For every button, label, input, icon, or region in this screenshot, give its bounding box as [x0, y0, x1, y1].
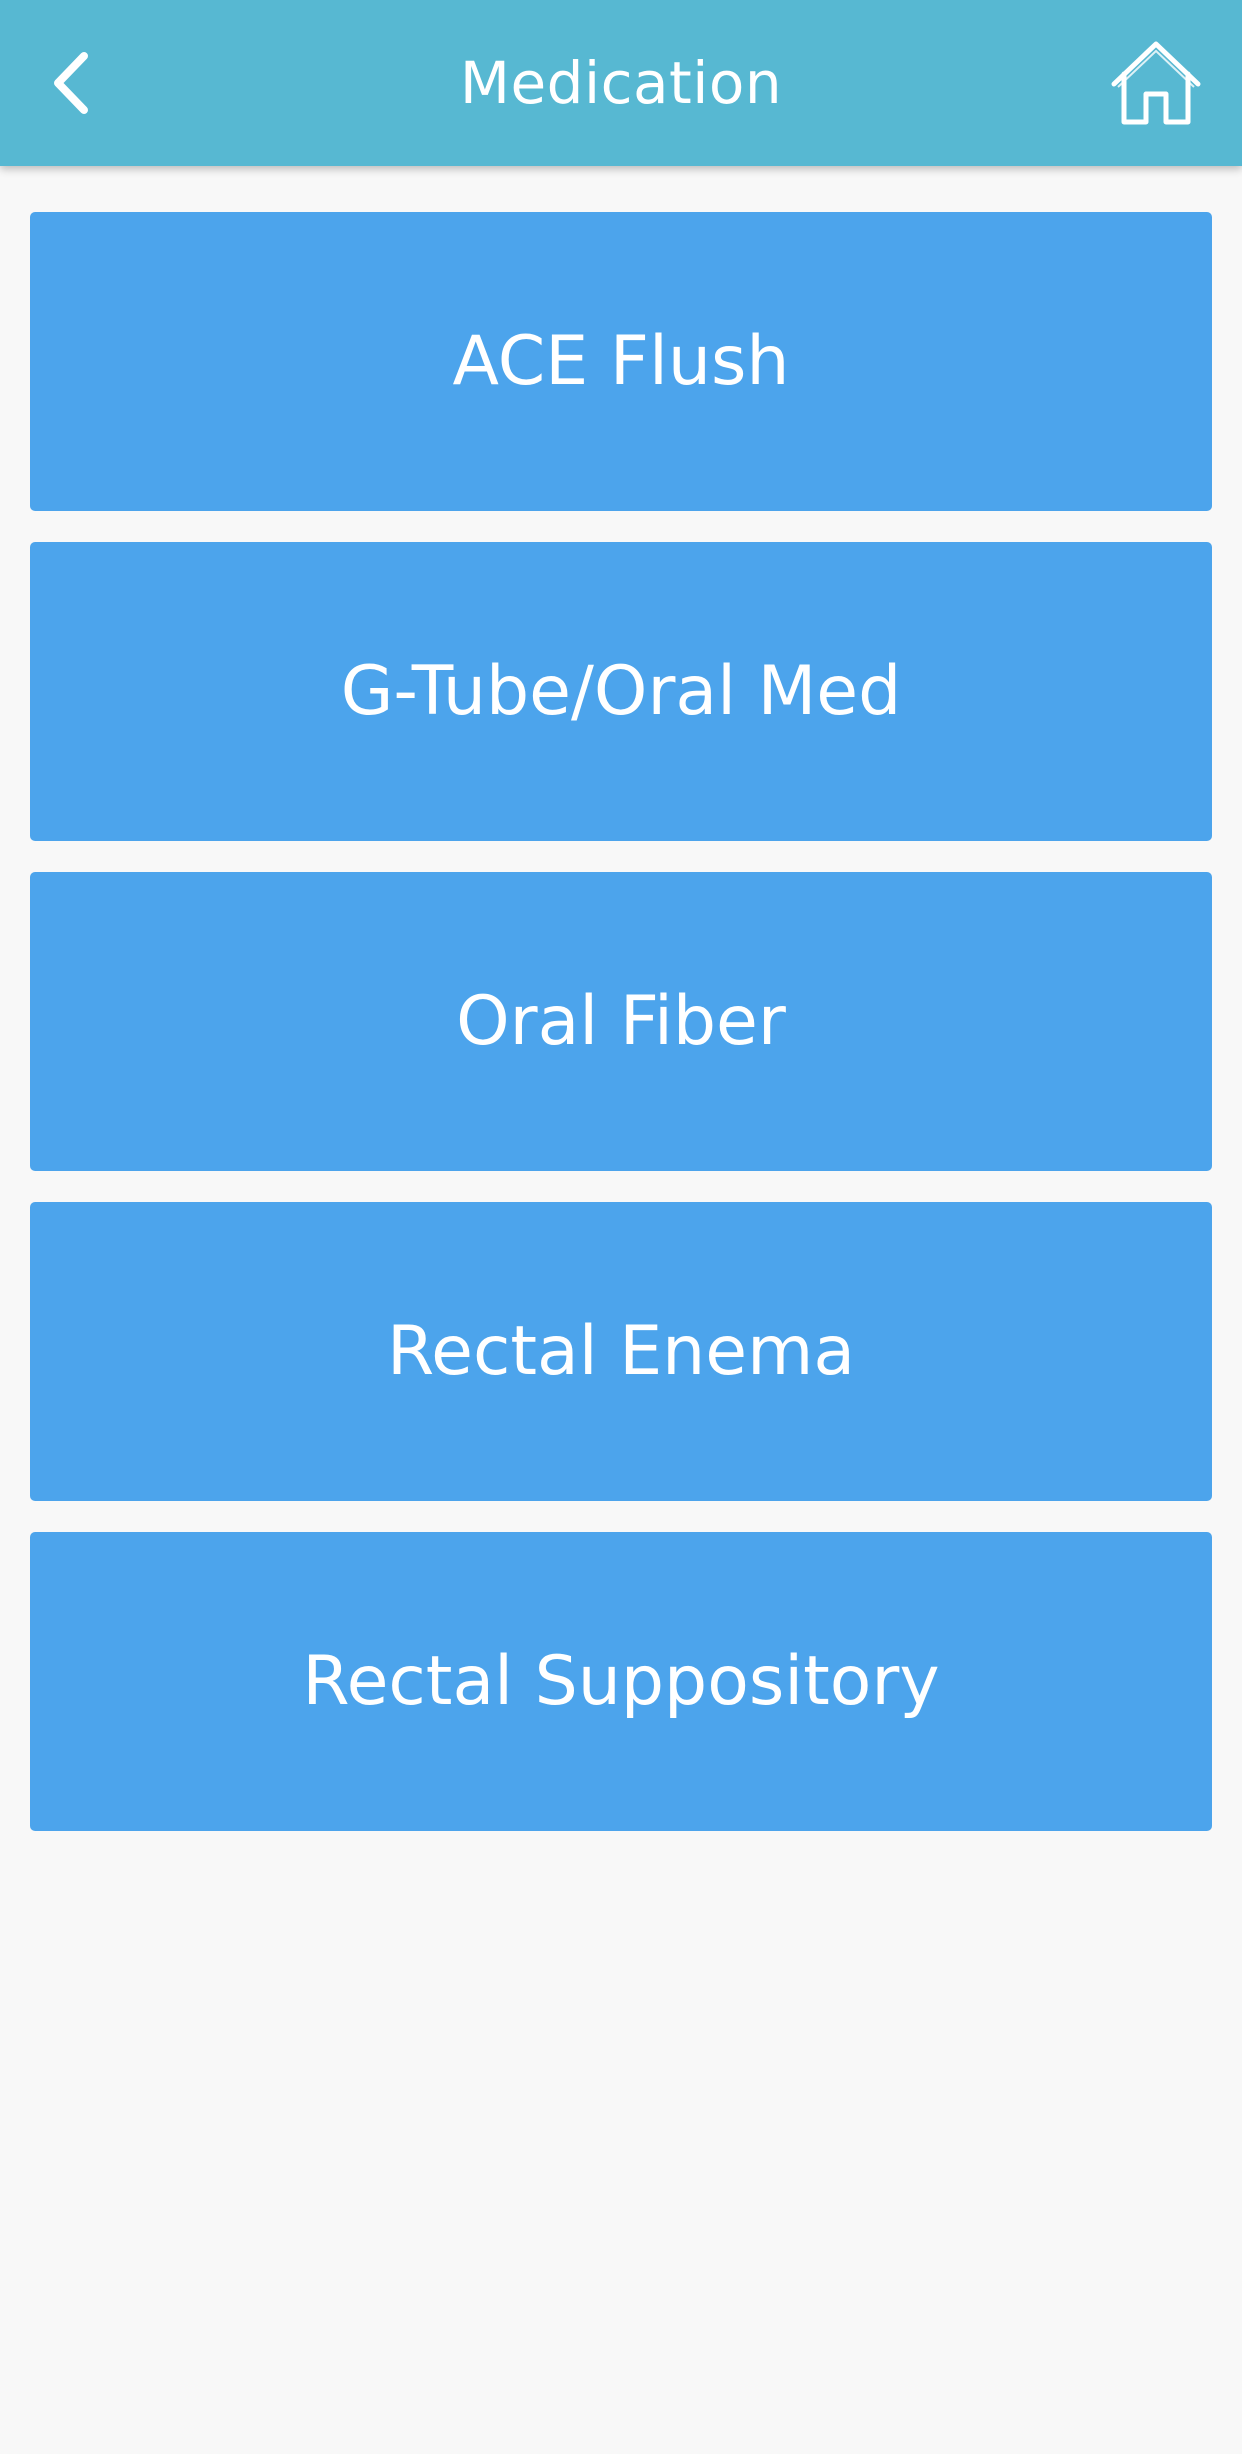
- menu-item-g-tube-oral-med[interactable]: G-Tube/Oral Med: [30, 542, 1212, 841]
- home-button[interactable]: [1106, 36, 1206, 132]
- page-title: Medication: [459, 49, 783, 117]
- app-bar: Medication: [0, 0, 1242, 166]
- menu-item-label: Rectal Enema: [386, 1312, 856, 1391]
- menu-item-oral-fiber[interactable]: Oral Fiber: [30, 872, 1212, 1171]
- home-icon: [1111, 41, 1201, 125]
- menu-item-label: Oral Fiber: [456, 982, 786, 1061]
- menu-item-label: Rectal Suppository: [302, 1642, 940, 1721]
- menu-item-rectal-enema[interactable]: Rectal Enema: [30, 1202, 1212, 1501]
- medication-menu: ACE Flush G-Tube/Oral Med Oral Fiber Rec…: [30, 212, 1212, 1862]
- menu-item-rectal-suppository[interactable]: Rectal Suppository: [30, 1532, 1212, 1831]
- menu-item-label: G-Tube/Oral Med: [340, 652, 902, 731]
- menu-item-ace-flush[interactable]: ACE Flush: [30, 212, 1212, 511]
- menu-item-label: ACE Flush: [452, 322, 790, 401]
